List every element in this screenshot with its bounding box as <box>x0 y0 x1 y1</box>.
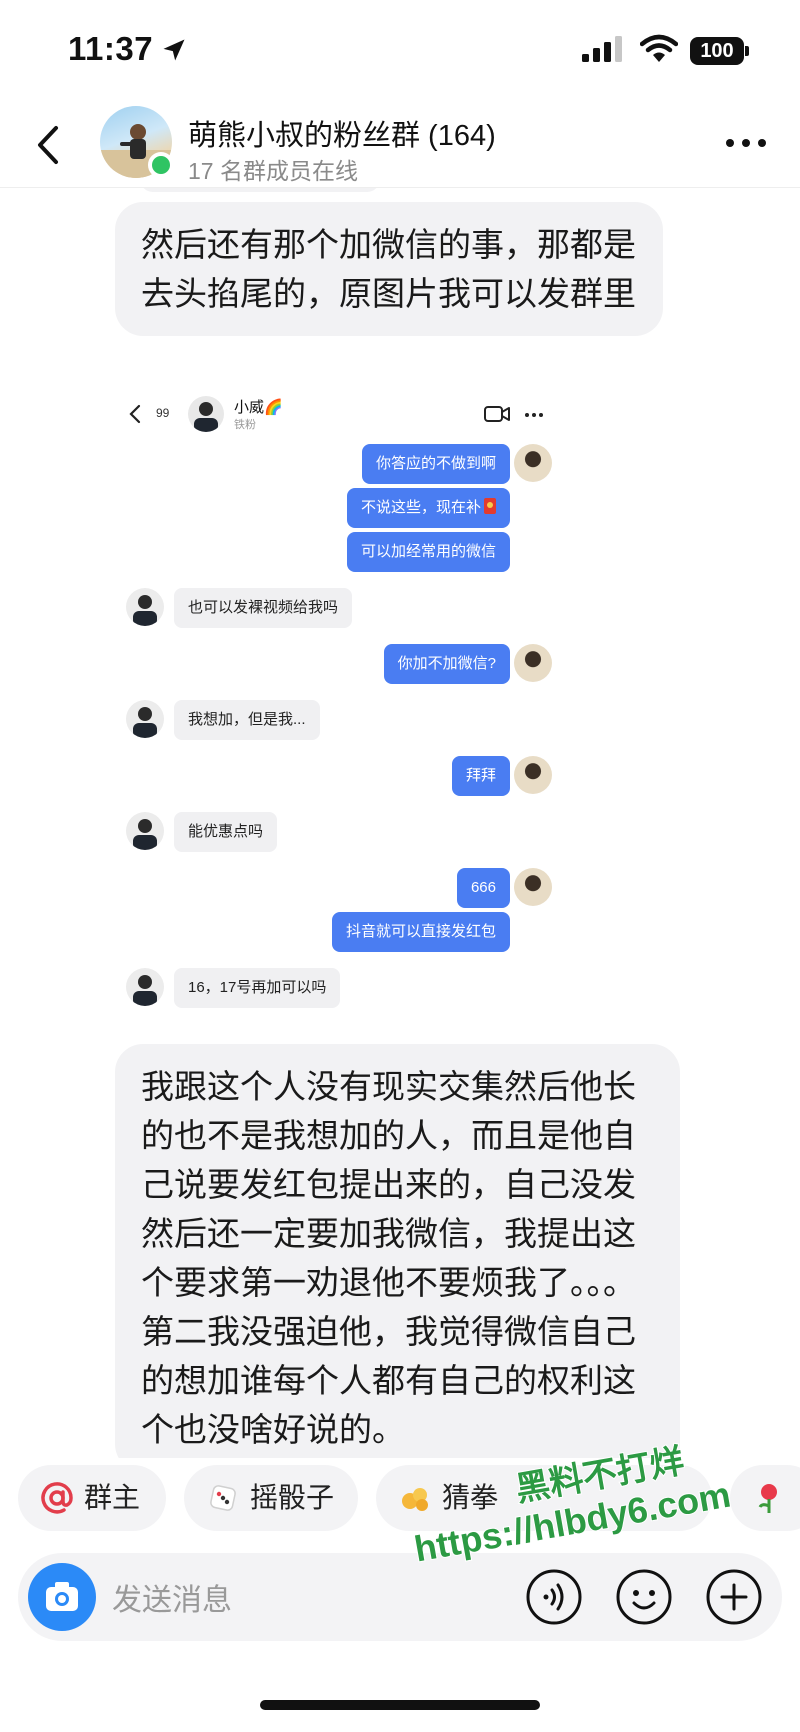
embedded-contact-avatar-small <box>126 968 164 1006</box>
embedded-user-avatar <box>514 868 552 906</box>
battery-indicator: 100 <box>690 37 744 65</box>
embedded-message-text: 你加不加微信? <box>397 655 496 672</box>
battery-nub <box>745 46 749 56</box>
mention-owner-button[interactable]: 群主 <box>18 1465 166 1531</box>
embedded-sent-message: 可以加经常用的微信 <box>346 532 510 572</box>
embedded-sent-message: 你加不加微信? <box>383 644 510 684</box>
message-bubble[interactable]: 然后还有那个加微信的事，那都是去头掐尾的，原图片我可以发群里 <box>115 202 663 336</box>
wifi-icon <box>640 34 678 62</box>
embedded-received-message: 我想加，但是我... <box>174 700 320 740</box>
send-rose-button[interactable] <box>730 1465 800 1531</box>
embedded-received-message: 16，17号再加可以吗 <box>174 968 341 1008</box>
group-title[interactable]: 萌熊小叔的粉丝群 (164) <box>188 112 496 154</box>
embedded-back-icon <box>129 404 141 424</box>
online-status-dot <box>148 152 174 178</box>
embedded-contact-avatar-small <box>126 812 164 850</box>
embedded-received-message: 能优惠点吗 <box>174 812 278 852</box>
voice-input-icon[interactable] <box>524 1567 584 1627</box>
location-arrow-icon <box>163 39 185 61</box>
embedded-sent-message: 抖音就可以直接发红包 <box>331 912 510 952</box>
chat-header: 萌熊小叔的粉丝群 (164) 17 名群成员在线 <box>0 100 800 188</box>
embedded-contact-name: 小威🌈 <box>234 399 283 416</box>
embedded-sent-message: 666 <box>456 868 510 908</box>
more-options-icon[interactable] <box>724 136 768 150</box>
plus-icon[interactable] <box>704 1567 764 1627</box>
quick-action-label: 群主 <box>84 1482 141 1513</box>
video-call-icon <box>484 406 510 422</box>
embedded-message-text: 我想加，但是我... <box>188 711 306 728</box>
embedded-sent-message: 你答应的不做到啊 <box>361 444 510 484</box>
message-bubble-partial <box>140 188 380 192</box>
embedded-unread-count: 99 <box>156 406 170 420</box>
embedded-contact-avatar <box>188 396 224 432</box>
camera-button[interactable] <box>28 1563 96 1631</box>
embedded-message-text: 抖音就可以直接发红包 <box>345 923 496 940</box>
embedded-received-message: 也可以发裸视频给我吗 <box>174 588 353 628</box>
embedded-user-avatar <box>514 444 552 482</box>
embedded-contact-badge: 铁粉 <box>234 419 256 431</box>
message-bubble[interactable]: 我跟这个人没有现实交集然后他长的也不是我想加的人，而且是他自己说要发红包提出来的… <box>115 1044 680 1458</box>
embedded-user-avatar <box>514 756 552 794</box>
rose-icon <box>758 1484 777 1513</box>
embedded-more-icon <box>525 413 543 417</box>
back-arrow-icon[interactable] <box>30 120 70 170</box>
message-input[interactable]: 发送消息 <box>112 1575 232 1619</box>
embedded-message-text: 也可以发裸视频给我吗 <box>188 599 339 616</box>
embedded-message-text: 666 <box>470 879 496 896</box>
embedded-user-avatar <box>514 644 552 682</box>
embedded-contact-avatar-small <box>126 700 164 738</box>
dice-icon <box>210 1485 236 1511</box>
embedded-chat-header: 99 小威🌈 铁粉 <box>118 388 562 438</box>
home-indicator[interactable] <box>260 1700 540 1710</box>
camera-icon <box>46 1582 78 1611</box>
embedded-sent-message: 不说这些，现在补 <box>346 488 510 528</box>
chat-screenshot-image[interactable]: 99 小威🌈 铁粉 你答应的不做到啊 不说这些，现在补 可以加经常用的微信 也可… <box>118 388 562 1018</box>
embedded-message-text: 拜拜 <box>465 767 496 784</box>
at-icon <box>41 1482 73 1514</box>
embedded-contact-avatar-small <box>126 588 164 626</box>
roll-dice-button[interactable]: 摇骰子 <box>184 1465 358 1531</box>
cellular-signal-icon <box>582 36 622 62</box>
embedded-message-text: 可以加经常用的微信 <box>360 543 496 560</box>
fist-icon <box>402 1488 428 1511</box>
rock-paper-scissors-button[interactable]: 猜拳 <box>376 1465 712 1531</box>
status-time: 11:37 <box>68 30 154 67</box>
message-input-bar: 发送消息 <box>18 1553 782 1641</box>
status-bar: 11:37 100 <box>0 0 800 100</box>
quick-action-label: 摇骰子 <box>250 1482 335 1513</box>
embedded-message-text: 16，17号再加可以吗 <box>188 979 327 996</box>
message-list[interactable]: 然后还有那个加微信的事，那都是去头掐尾的，原图片我可以发群里 99 小威🌈 铁粉… <box>0 188 800 1458</box>
embedded-message-text: 不说这些，现在补 <box>360 499 481 516</box>
quick-actions-bar: 群主 摇骰子 猜拳 <box>0 1465 800 1535</box>
red-envelope-icon <box>484 498 496 514</box>
quick-action-label: 猜拳 <box>442 1482 499 1513</box>
online-members-count: 17 名群成员在线 <box>188 158 358 184</box>
embedded-sent-message: 拜拜 <box>451 756 510 796</box>
emoji-icon[interactable] <box>614 1567 674 1627</box>
embedded-message-text: 能优惠点吗 <box>188 823 264 840</box>
embedded-message-text: 你答应的不做到啊 <box>375 455 496 472</box>
